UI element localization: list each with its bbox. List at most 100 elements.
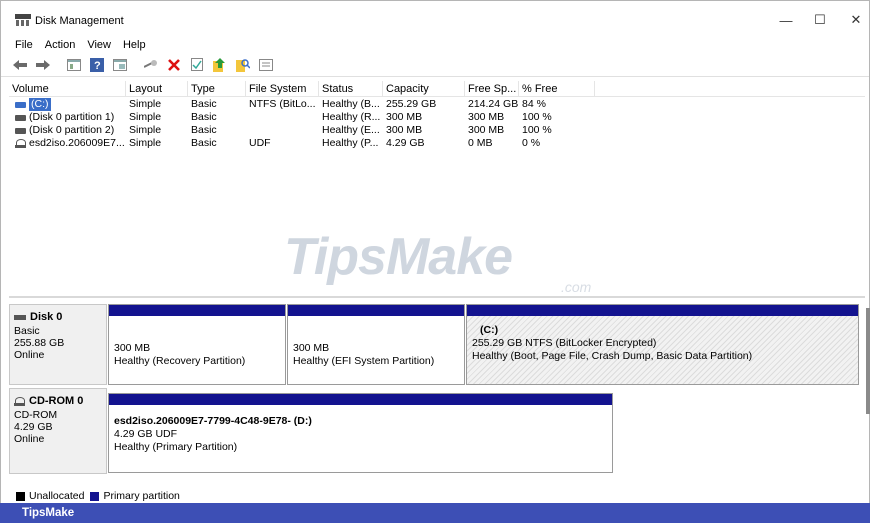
legend: Unallocated Primary partition — [16, 490, 180, 502]
disk-size: 255.88 GB — [14, 337, 65, 349]
help-icon[interactable]: ? — [88, 56, 106, 74]
volume-icon — [15, 114, 26, 121]
table-row[interactable]: (Disk 0 partition 2) Simple Basic Health… — [9, 124, 609, 137]
menu-help[interactable]: Help — [117, 37, 152, 53]
cd-drive-icon — [15, 139, 26, 148]
type-cell: Basic — [191, 137, 217, 149]
hard-disk-icon — [14, 314, 26, 320]
watermark-logo: TipsMake — [284, 228, 513, 286]
maximize-button[interactable]: ☐ — [803, 9, 837, 31]
column-volume[interactable]: Volume — [9, 81, 126, 97]
column-capacity[interactable]: Capacity — [383, 81, 465, 97]
free-space-cell: 300 MB — [468, 111, 505, 123]
brand-bar: TipsMake — [0, 503, 870, 523]
window-title: Disk Management — [35, 15, 124, 27]
connect-icon[interactable] — [142, 56, 160, 74]
partition-title: (C:) — [480, 324, 499, 336]
partition-recovery[interactable]: 300 MB Healthy (Recovery Partition) — [108, 304, 286, 385]
disk-state: Online — [14, 349, 45, 361]
delete-icon[interactable] — [165, 56, 183, 74]
free-space-cell: 300 MB — [468, 124, 505, 136]
partition-size: 4.29 GB UDF — [114, 428, 178, 440]
partition-status: Healthy (EFI System Partition) — [293, 355, 435, 367]
type-cell: Basic — [191, 98, 217, 110]
column-type[interactable]: Type — [188, 81, 246, 97]
partition-status: Healthy (Boot, Page File, Crash Dump, Ba… — [472, 350, 753, 362]
partition-efi[interactable]: 300 MB Healthy (EFI System Partition) — [287, 304, 465, 385]
percent-free-cell: 0 % — [522, 137, 541, 149]
cd-drive-icon — [14, 396, 25, 406]
export-icon[interactable] — [211, 56, 229, 74]
file-system-cell — [246, 124, 319, 137]
disk-size: 4.29 GB — [14, 421, 53, 433]
properties-icon[interactable] — [111, 56, 129, 74]
toolbar: ? — [1, 53, 869, 77]
partition-status: Healthy (Primary Partition) — [114, 441, 238, 453]
layout-cell: Simple — [129, 98, 162, 110]
percent-free-cell: 84 % — [522, 98, 546, 110]
cdrom-0-label[interactable]: CD-ROM 0 CD-ROM 4.29 GB Online — [9, 388, 107, 474]
console-tree-icon[interactable] — [65, 56, 83, 74]
capacity-cell: 300 MB — [386, 111, 423, 123]
table-row[interactable]: (C:) Simple Basic NTFS (BitLo... Healthy… — [9, 98, 609, 111]
brand-label: TipsMake — [22, 507, 75, 519]
type-cell: Basic — [191, 124, 217, 136]
percent-free-cell: 100 % — [522, 124, 552, 136]
layout-cell: Simple — [129, 124, 162, 136]
disk-type: CD-ROM — [14, 409, 58, 421]
column-percent-free[interactable]: % Free — [519, 81, 595, 97]
free-space-cell: 214.24 GB — [468, 98, 519, 110]
column-file-system[interactable]: File System — [246, 81, 319, 97]
percent-free-cell: 100 % — [522, 111, 552, 123]
status-cell: Healthy (E... — [322, 124, 380, 136]
forward-arrow-icon[interactable] — [34, 56, 52, 74]
lower-pane-scrollbar[interactable] — [866, 308, 870, 414]
status-cell: Healthy (B... — [322, 98, 380, 110]
partition-size: 300 MB — [114, 342, 151, 354]
minimize-button[interactable]: — — [769, 9, 803, 31]
menu-file[interactable]: File — [1, 37, 39, 53]
file-system-cell — [246, 111, 319, 124]
disk-state: Online — [14, 433, 45, 445]
table-row[interactable]: (Disk 0 partition 1) Simple Basic Health… — [9, 111, 609, 124]
volume-name: (Disk 0 partition 1) — [29, 111, 115, 123]
layout-cell: Simple — [129, 137, 162, 149]
partition-size: 300 MB — [293, 342, 330, 354]
disk-0-label[interactable]: Disk 0 Basic 255.88 GB Online — [9, 304, 107, 385]
volume-name: esd2iso.206009E7... — [29, 137, 125, 149]
menu-bar: File Action View Help — [1, 37, 869, 53]
legend-primary-partition: Primary partition — [103, 490, 180, 502]
capacity-cell: 255.29 GB — [386, 98, 437, 110]
disk-name: CD-ROM 0 — [29, 395, 84, 407]
partition-cdrom-d[interactable]: esd2iso.206009E7-7799-4C48-9E78- (D:) 4.… — [108, 393, 613, 473]
back-arrow-icon[interactable] — [11, 56, 29, 74]
volume-icon — [15, 127, 26, 134]
capacity-cell: 300 MB — [386, 124, 423, 136]
column-status[interactable]: Status — [319, 81, 383, 97]
svg-text:?: ? — [94, 60, 101, 72]
search-icon[interactable] — [234, 56, 252, 74]
partition-size: 255.29 GB NTFS (BitLocker Encrypted) — [472, 337, 657, 349]
list-icon[interactable] — [257, 56, 275, 74]
table-row[interactable]: esd2iso.206009E7... Simple Basic UDF Hea… — [9, 137, 609, 150]
volume-list-header: Volume Layout Type File System Status Ca… — [9, 81, 865, 97]
partition-title: esd2iso.206009E7-7799-4C48-9E78- (D:) — [114, 415, 312, 427]
check-icon[interactable] — [188, 56, 206, 74]
file-system-cell: UDF — [249, 137, 271, 149]
menu-action[interactable]: Action — [39, 37, 82, 53]
layout-cell: Simple — [129, 111, 162, 123]
partition-c-drive[interactable]: (C:) 255.29 GB NTFS (BitLocker Encrypted… — [466, 304, 859, 385]
title-bar: Disk Management — ☐ ✕ — [1, 1, 869, 37]
primary-partition-swatch — [90, 491, 100, 501]
free-space-cell: 0 MB — [468, 137, 493, 149]
column-free-space[interactable]: Free Sp... — [465, 81, 519, 97]
legend-unallocated: Unallocated — [29, 490, 85, 502]
volume-name: (Disk 0 partition 2) — [29, 124, 115, 136]
column-layout[interactable]: Layout — [126, 81, 188, 97]
volume-icon — [15, 101, 26, 108]
volume-name: (C:) — [29, 98, 51, 111]
unallocated-swatch — [16, 491, 25, 501]
close-button[interactable]: ✕ — [839, 9, 870, 31]
capacity-cell: 4.29 GB — [386, 137, 425, 149]
menu-view[interactable]: View — [81, 37, 117, 53]
